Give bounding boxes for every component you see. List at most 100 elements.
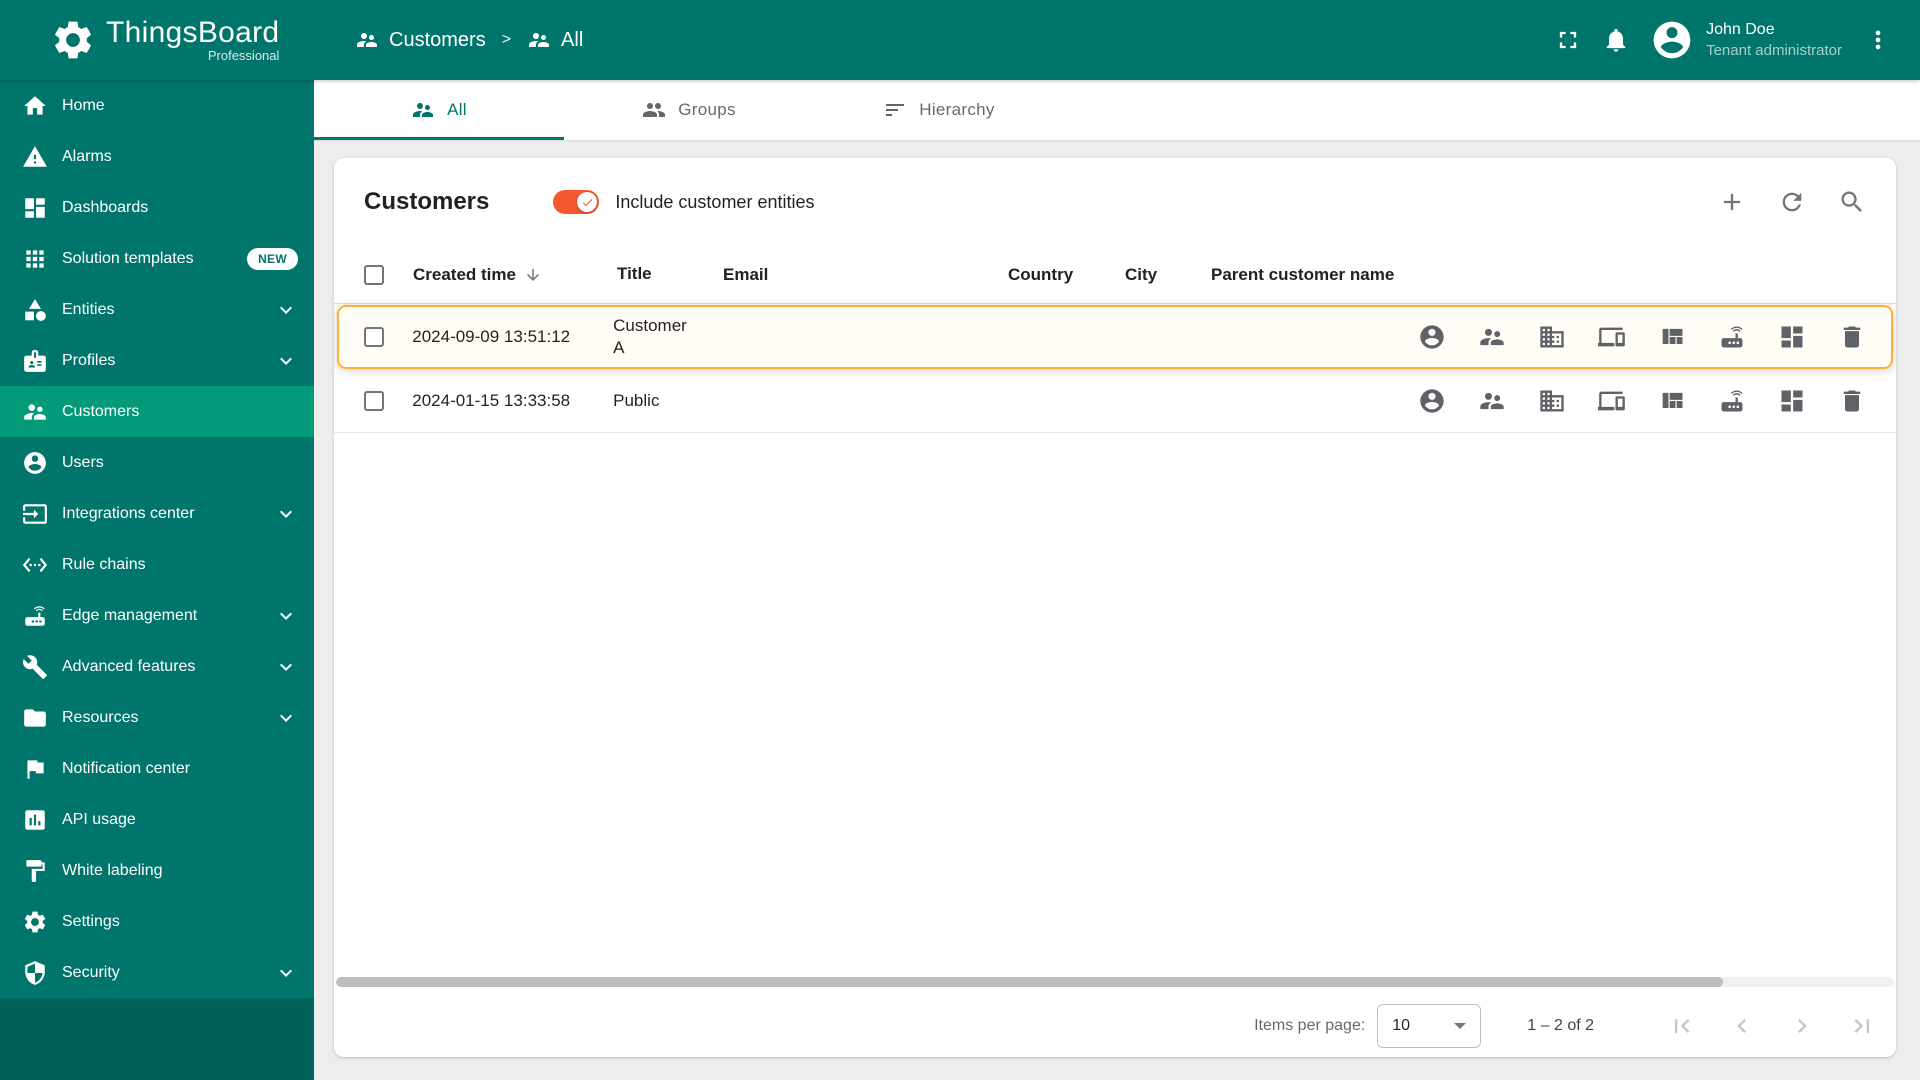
account-circle-icon xyxy=(1653,21,1691,59)
previous-page-button[interactable] xyxy=(1728,1012,1756,1040)
sidebar-item-security[interactable]: Security xyxy=(0,947,314,998)
next-page-button[interactable] xyxy=(1788,1012,1816,1040)
customers-table-card: Customers Include customer entities Crea… xyxy=(334,158,1896,1057)
table-row-public[interactable]: 2024-01-15 13:33:58 Public xyxy=(334,370,1896,433)
fullscreen-button[interactable] xyxy=(1544,16,1592,64)
logo-gear-icon xyxy=(55,21,91,59)
row-checkbox[interactable] xyxy=(364,391,384,411)
manage-users-button[interactable] xyxy=(1418,387,1446,415)
scrollbar-thumb[interactable] xyxy=(336,977,1723,987)
sidebar-item-edge-management[interactable]: Edge management xyxy=(0,590,314,641)
manage-customers-button[interactable] xyxy=(1478,387,1506,415)
folder-icon xyxy=(24,708,46,727)
column-header-email[interactable]: Email xyxy=(723,265,1008,285)
breadcrumb-item-all[interactable]: All xyxy=(527,28,583,52)
sidebar-item-customers[interactable]: Customers xyxy=(0,386,314,437)
column-header-city[interactable]: City xyxy=(1125,265,1211,285)
sidebar-item-dashboards[interactable]: Dashboards xyxy=(0,182,314,233)
paint-icon xyxy=(26,859,45,882)
items-per-page-select[interactable]: 10 xyxy=(1377,1004,1482,1048)
column-header-parent-customer-name[interactable]: Parent customer name xyxy=(1211,265,1434,285)
building-icon xyxy=(1540,326,1564,348)
sidebar-item-entities[interactable]: Entities xyxy=(0,284,314,335)
toggle-label: Include customer entities xyxy=(615,191,815,212)
select-all-checkbox[interactable] xyxy=(364,264,384,285)
sidebar-item-settings[interactable]: Settings xyxy=(0,896,314,947)
new-badge: NEW xyxy=(247,247,298,270)
sidebar-item-integrations-center[interactable]: Integrations center xyxy=(0,488,314,539)
chevron-down-icon xyxy=(280,714,292,722)
devices-icon xyxy=(1598,327,1625,347)
manage-edge-instances-button[interactable] xyxy=(1718,387,1746,415)
app-logo[interactable]: ThingsBoard Professional xyxy=(0,17,314,63)
tab-groups[interactable]: Groups xyxy=(564,80,814,140)
add-customer-button[interactable] xyxy=(1718,188,1746,216)
customers-icon xyxy=(413,103,434,117)
sidebar-item-alarms[interactable]: Alarms xyxy=(0,131,314,182)
sidebar-item-resources[interactable]: Resources xyxy=(0,692,314,743)
include-customer-entities-toggle[interactable] xyxy=(553,190,600,214)
manage-entity-views-button[interactable] xyxy=(1658,387,1686,415)
profiles-icon xyxy=(24,349,46,372)
manage-edge-instances-button[interactable] xyxy=(1718,323,1746,351)
sidebar-item-profiles[interactable]: Profiles xyxy=(0,335,314,386)
manage-devices-button[interactable] xyxy=(1598,387,1626,415)
chevron-right-icon xyxy=(1798,1019,1807,1033)
row-checkbox[interactable] xyxy=(364,327,384,347)
dashboard-icon xyxy=(1781,390,1803,412)
column-header-country[interactable]: Country xyxy=(1008,265,1125,285)
user-avatar[interactable] xyxy=(1650,18,1694,62)
trash-icon xyxy=(1843,390,1861,412)
sidebar-item-rule-chains[interactable]: Rule chains xyxy=(0,539,314,590)
sidebar-item-notification-center[interactable]: Notification center xyxy=(0,743,314,794)
chevron-down-icon xyxy=(280,969,292,977)
tab-all[interactable]: All xyxy=(314,80,564,140)
sidebar-item-api-usage[interactable]: API usage xyxy=(0,794,314,845)
horizontal-scrollbar[interactable] xyxy=(336,977,1894,987)
manage-users-button[interactable] xyxy=(1418,323,1446,351)
tab-hierarchy[interactable]: Hierarchy xyxy=(814,80,1064,140)
last-page-button[interactable] xyxy=(1848,1012,1876,1040)
account-circle-icon xyxy=(24,451,46,474)
manage-dashboards-button[interactable] xyxy=(1778,323,1806,351)
refresh-button[interactable] xyxy=(1778,188,1806,216)
plus-icon xyxy=(1723,193,1741,211)
shield-icon xyxy=(25,960,45,985)
manage-assets-button[interactable] xyxy=(1538,387,1566,415)
first-page-button[interactable] xyxy=(1668,1012,1696,1040)
manage-customers-button[interactable] xyxy=(1478,323,1506,351)
manage-assets-button[interactable] xyxy=(1538,323,1566,351)
column-header-title[interactable]: Title xyxy=(617,263,723,285)
groups-icon xyxy=(643,103,666,117)
sidebar-item-white-labeling[interactable]: White labeling xyxy=(0,845,314,896)
cell-title: Customer A xyxy=(613,315,687,357)
sidebar-bottom-area xyxy=(0,998,314,1080)
entities-icon xyxy=(25,298,46,321)
chevron-left-icon xyxy=(1737,1019,1746,1033)
dashboard-icon xyxy=(1781,326,1803,348)
breadcrumb-separator: > xyxy=(501,31,512,48)
sidebar: Home Alarms Dashboards Solution template… xyxy=(0,80,314,1080)
delete-button[interactable] xyxy=(1838,387,1866,415)
sidebar-item-home[interactable]: Home xyxy=(0,80,314,131)
sidebar-item-users[interactable]: Users xyxy=(0,437,314,488)
bell-icon xyxy=(1606,28,1626,52)
customers-icon xyxy=(529,33,550,47)
delete-button[interactable] xyxy=(1838,323,1866,351)
flag-icon xyxy=(27,759,44,779)
search-button[interactable] xyxy=(1838,188,1866,216)
notifications-button[interactable] xyxy=(1592,16,1640,64)
rule-chains-icon xyxy=(22,557,48,572)
paginator: Items per page: 10 1 – 2 of 2 xyxy=(334,995,1896,1057)
user-menu-button[interactable] xyxy=(1854,16,1902,64)
breadcrumb-item-customers[interactable]: Customers xyxy=(355,28,486,52)
customers-icon xyxy=(24,403,46,420)
entity-tabs: All Groups Hierarchy xyxy=(314,80,1920,140)
sidebar-item-solution-templates[interactable]: Solution templates NEW xyxy=(0,233,314,284)
sidebar-item-advanced-features[interactable]: Advanced features xyxy=(0,641,314,692)
manage-dashboards-button[interactable] xyxy=(1778,387,1806,415)
manage-entity-views-button[interactable] xyxy=(1658,323,1686,351)
column-header-created-time[interactable]: Created time xyxy=(413,265,617,285)
manage-devices-button[interactable] xyxy=(1598,323,1626,351)
table-row-customer-a[interactable]: 2024-09-09 13:51:12 Customer A xyxy=(334,304,1896,370)
